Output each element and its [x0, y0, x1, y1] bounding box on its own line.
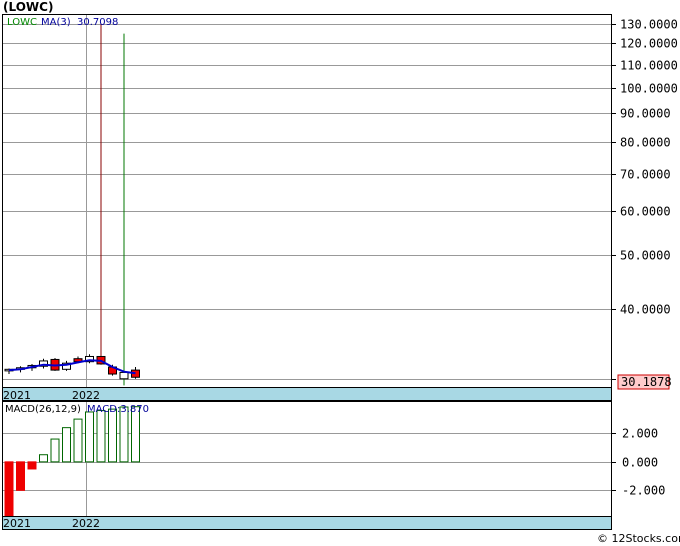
macd-bar — [62, 427, 71, 463]
candle-body — [119, 371, 129, 380]
macd-bar — [27, 461, 37, 470]
macd-tick-label: 2.000 — [622, 427, 658, 441]
macd-tick-label: 0.000 — [622, 456, 658, 470]
stock-chart: (LOWC) 130.0000 120.0000 110.0000 100.0000 9… — [2, 0, 680, 545]
legend-ticker: LOWC — [7, 17, 37, 28]
macd-bar — [108, 408, 117, 463]
macd-bar — [119, 406, 129, 463]
price-panel: 130.0000 120.0000 110.0000 100.0000 90.0000 8… — [2, 14, 678, 402]
macd-bar — [96, 410, 106, 463]
last-price-label: 30.1878 — [621, 375, 672, 389]
macd-bar — [85, 411, 94, 463]
price-tick-label: 50.0000 — [620, 249, 671, 263]
price-tick-label: 60.0000 — [620, 205, 671, 219]
macd-bar — [50, 438, 60, 463]
price-tick-label: 70.0000 — [620, 168, 671, 182]
price-tick-label: 40.0000 — [620, 303, 671, 317]
price-y-axis: 130.0000 120.0000 110.0000 100.0000 90.0000 8… — [611, 18, 678, 387]
price-tick-label: 130.0000 — [620, 18, 678, 32]
macd-y-axis: 2.000 0.000 -2.000 — [611, 427, 665, 498]
macd-value: MACD:3.870 — [87, 404, 149, 415]
price-x-label-2022: 2022 — [72, 389, 100, 402]
legend-ma: MA(3) — [41, 17, 71, 28]
price-tick-label: 110.0000 — [620, 59, 678, 73]
macd-panel: 2.000 0.000 -2.000 2021 2022 MACD(26,12,9)… — [2, 401, 665, 530]
price-tick-label: 80.0000 — [620, 136, 671, 150]
macd-bar — [73, 418, 83, 463]
macd-legend: MACD(26,12,9) — [5, 404, 81, 415]
legend-ma-value: 30.7098 — [77, 17, 118, 28]
macd-x-label-2021: 2021 — [3, 517, 31, 530]
price-tick-label: 90.0000 — [620, 107, 671, 121]
price-tick-label: 100.0000 — [620, 82, 678, 96]
chart-title: (LOWC) — [3, 0, 53, 14]
price-tick-label: 120.0000 — [620, 37, 678, 51]
macd-x-label-2022: 2022 — [72, 517, 100, 530]
macd-bar — [16, 461, 25, 491]
price-x-label-2021: 2021 — [3, 389, 31, 402]
macd-bar — [39, 454, 48, 463]
watermark: © 12Stocks.com — [597, 532, 680, 545]
macd-bar — [4, 461, 14, 517]
price-panel-frame — [2, 14, 612, 401]
macd-tick-label: -2.000 — [622, 484, 665, 498]
